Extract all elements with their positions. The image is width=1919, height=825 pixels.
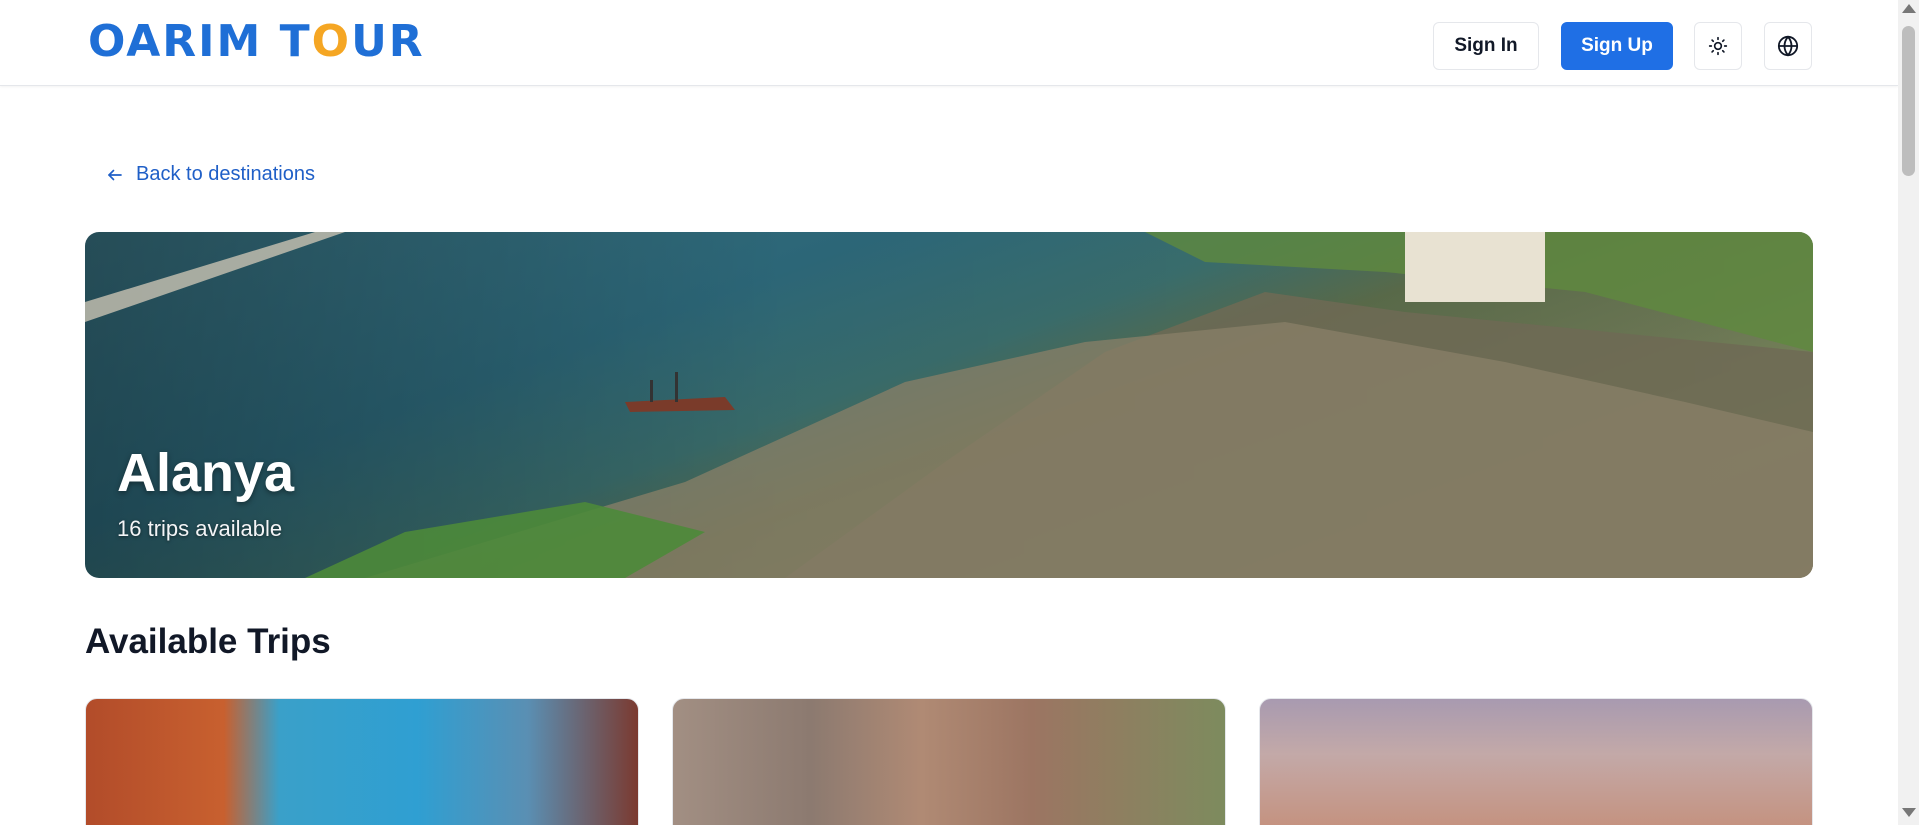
logo-wordmark: OARIM TOUR	[88, 16, 425, 67]
sign-up-button[interactable]: Sign Up	[1561, 22, 1673, 70]
destination-title: Alanya	[117, 443, 295, 503]
hero-image	[85, 232, 1813, 578]
top-navbar: OARIM TOUR Sign In Sign Up	[0, 0, 1898, 86]
trip-card[interactable]	[1259, 698, 1813, 825]
site-logo[interactable]: OARIM TOUR	[88, 18, 425, 66]
scroll-down-arrow-icon[interactable]	[1902, 808, 1916, 817]
trip-card[interactable]	[672, 698, 1226, 825]
scrollbar-thumb[interactable]	[1902, 26, 1915, 176]
scroll-up-arrow-icon[interactable]	[1902, 4, 1916, 13]
arrow-left-icon	[108, 169, 122, 180]
trip-card[interactable]	[85, 698, 639, 825]
back-link-label: Back to destinations	[136, 163, 315, 185]
theme-toggle-button[interactable]	[1694, 22, 1742, 70]
sign-in-button[interactable]: Sign In	[1433, 22, 1539, 70]
sun-icon	[1708, 36, 1728, 56]
trip-count: 16 trips available	[117, 516, 283, 541]
page: OARIM TOUR Sign In Sign Up Back to desti…	[0, 0, 1919, 825]
language-button[interactable]	[1764, 22, 1812, 70]
vertical-scrollbar[interactable]	[1898, 0, 1919, 825]
back-to-destinations-link[interactable]: Back to destinations	[106, 163, 315, 186]
available-trips-heading: Available Trips	[85, 622, 331, 661]
destination-hero-banner: Alanya 16 trips available	[85, 232, 1813, 578]
globe-icon	[1777, 35, 1799, 57]
